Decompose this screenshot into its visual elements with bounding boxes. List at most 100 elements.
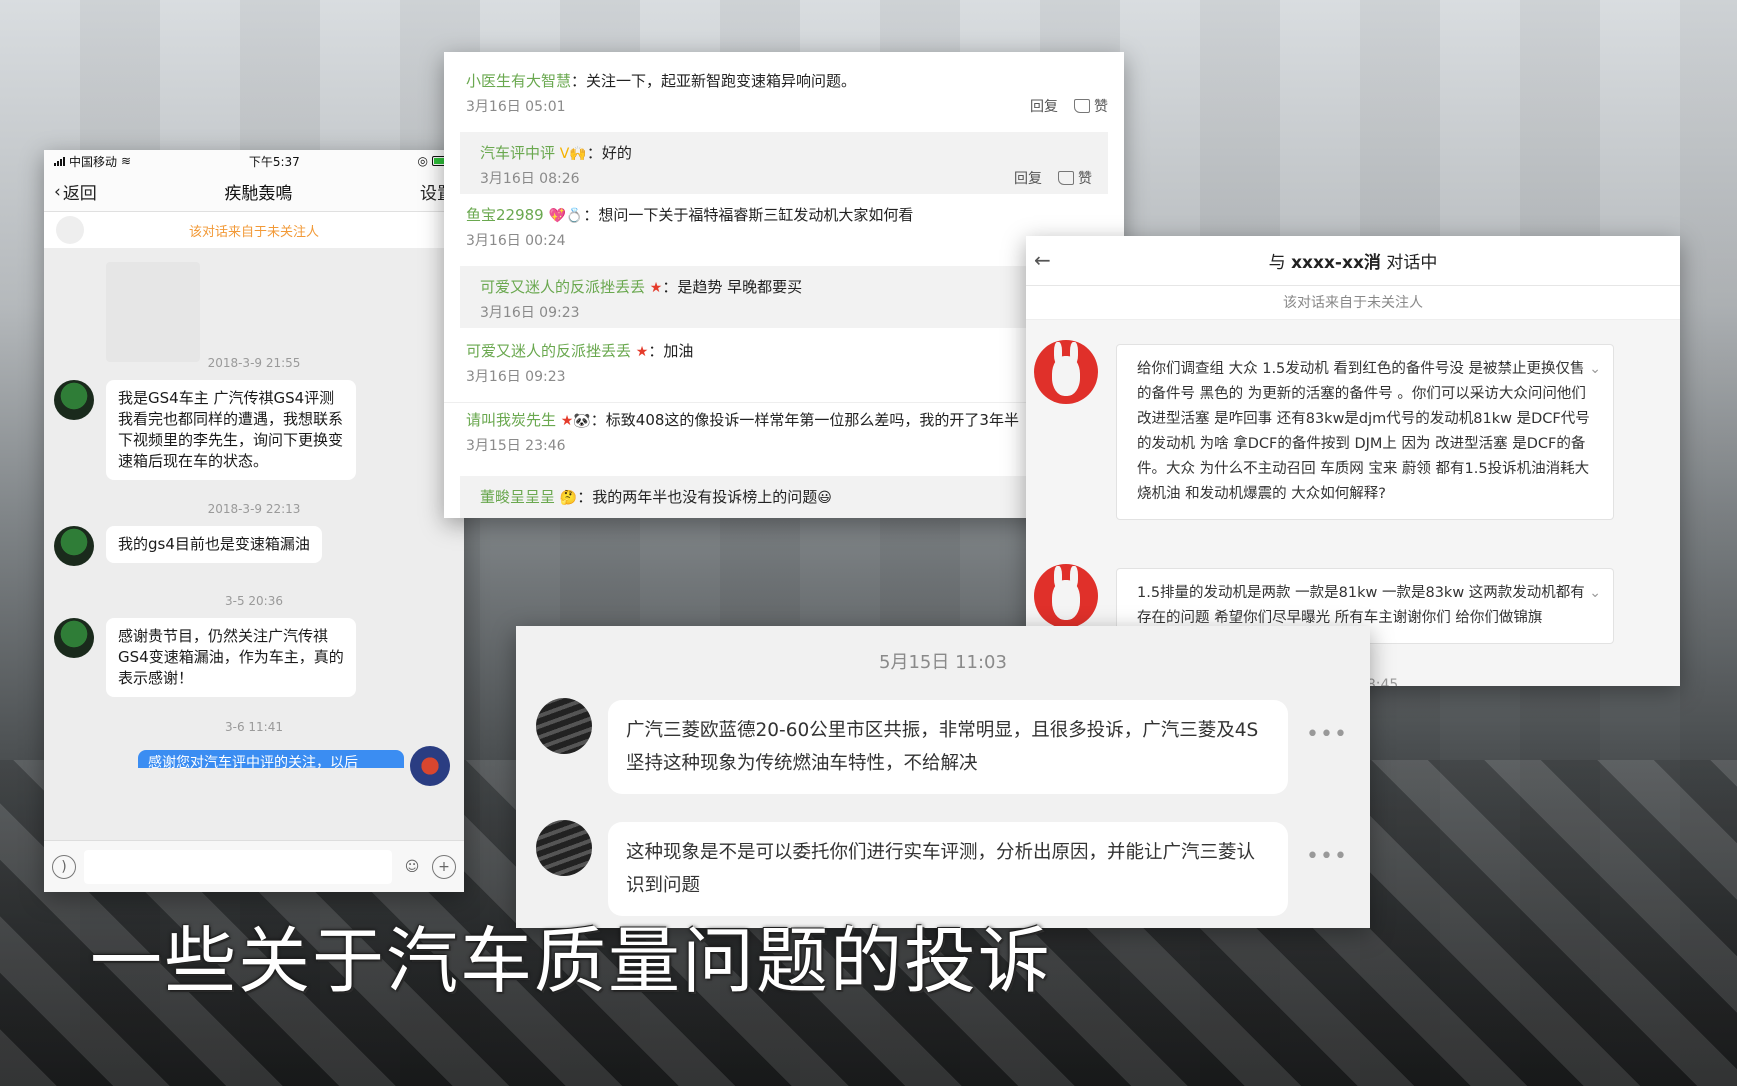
chevron-down-icon[interactable]: ⌄ [1589, 581, 1601, 606]
thumbs-up-icon [1058, 171, 1074, 185]
input-bar: ) ☺ + [44, 840, 464, 892]
back-label: 返回 [62, 184, 97, 204]
comment-row: 请叫我炭先生 ★🐼：标致408这的像投诉一样常年第一位那么差吗，我的开了3年半 … [444, 402, 1124, 462]
comment-row: 小医生有大智慧：关注一下，起亚新智跑变速箱异响问题。 3月16日 05:01 回… [444, 52, 1124, 120]
comment-time: 3月16日 05:01 [466, 99, 566, 115]
comment-text: ：我的两年半也没有投诉榜上的问题 [577, 488, 818, 506]
star-icon: ★ [649, 280, 663, 296]
comment-author[interactable]: 可爱又迷人的反派挫丢丢 [480, 278, 645, 296]
emoji-icon: 🤔 [559, 490, 578, 506]
reply-row: 董畯呈呈呈 🤔：我的两年半也没有投诉榜上的问题😃 [460, 476, 1108, 518]
stranger-notice: 该对话来自于未关注人 [44, 212, 464, 248]
message-text: 1.5排量的发动机是两款 一款是81kw 一款是83kw 这两款发动机都有存在的… [1137, 585, 1585, 626]
comment-text: ：加油 [648, 342, 694, 360]
comment-row: 可爱又迷人的反派挫丢丢 ★：加油 3月16日 09:23 [444, 334, 1124, 394]
like-label: 赞 [1078, 171, 1092, 187]
wifi-icon: ≋ [121, 154, 132, 168]
avatar[interactable] [536, 698, 592, 754]
comment-author[interactable]: 请叫我炭先生 [466, 411, 556, 429]
avatar[interactable] [54, 618, 94, 658]
chat-title: 疾馳轰鳴 [224, 184, 293, 204]
arrow-left-icon[interactable]: ← [1034, 248, 1051, 272]
like-button[interactable]: 赞 [1074, 96, 1108, 116]
carrier-label: 中国移动 [69, 154, 118, 169]
message-time: 3-5 20:36 [225, 594, 283, 608]
chevron-down-icon[interactable]: ⌄ [1589, 357, 1601, 382]
comment-author[interactable]: 小医生有大智慧 [466, 72, 571, 90]
contact-name: xxxx-xx消 [1291, 253, 1381, 273]
comment-time: 3月16日 09:23 [480, 305, 580, 321]
voice-icon[interactable]: ) [52, 854, 76, 879]
dialog-title: 与 xxxx-xx消 对话中 [1026, 248, 1680, 273]
emoji-icon: 😃 [817, 490, 832, 506]
avatar[interactable] [54, 380, 94, 420]
messages-screenshot: 5月15日 11:03 广汽三菱欧蓝德20-60公里市区共振，非常明显，且很多投… [516, 626, 1370, 928]
star-icon: ★ [560, 413, 574, 429]
avatar[interactable] [1034, 564, 1098, 628]
message-bubble[interactable]: 给你们调查组 大众 1.5发动机 看到红色的备件号没 是被禁止更换仅售的备件号 … [1116, 344, 1614, 520]
avatar[interactable] [54, 526, 94, 566]
avatar[interactable] [410, 746, 450, 786]
comment-author[interactable]: 汽车评中评 [480, 144, 555, 162]
message-time: 2018-3-9 22:13 [207, 502, 301, 516]
comment-text: ：好的 [586, 144, 632, 162]
message-input[interactable] [84, 849, 392, 884]
avatar[interactable] [536, 820, 592, 876]
like-label: 赞 [1094, 99, 1108, 115]
signal-icon [54, 156, 65, 166]
title-prefix: 与 [1268, 253, 1286, 273]
message-bubble[interactable]: 广汽三菱欧蓝德20-60公里市区共振，非常明显，且很多投诉，广汽三菱及4S坚持这… [608, 700, 1288, 794]
nav-bar: ‹ 返回 疾馳轰鳴 设置 [44, 172, 464, 212]
avatar[interactable] [1034, 340, 1098, 404]
comment-row: 鱼宝22989 💖💍：想问一下关于福特福睿斯三缸发动机大家如何看 3月16日 0… [444, 198, 1124, 258]
image-placeholder[interactable] [106, 262, 200, 362]
alarm-icon: ◎ [417, 154, 428, 168]
message-bubble[interactable]: 我是GS4车主 广汽传祺GS4评测我看完也都同样的遭遇，我想联系下视频里的李先生… [106, 380, 356, 480]
message-time: 3-6 11:41 [225, 720, 283, 734]
dialog-screenshot: ← 与 xxxx-xx消 对话中 该对话来自于未关注人 给你们调查组 大众 1.… [1026, 236, 1680, 686]
emoji-icon: 🙌 [569, 146, 587, 162]
message-text: 给你们调查组 大众 1.5发动机 看到红色的备件号没 是被禁止更换仅售的备件号 … [1137, 361, 1590, 502]
more-icon[interactable]: ••• [1306, 722, 1348, 747]
video-caption: 一些关于汽车质量问题的投诉 [90, 919, 1053, 1003]
message-bubble[interactable]: 感谢贵节目，仍然关注广汽传祺GS4变速箱漏油，作为车主，真的表示感谢！ [106, 618, 356, 697]
comment-author[interactable]: 鱼宝22989 [466, 206, 544, 224]
stranger-notice: 该对话来自于未关注人 [1026, 286, 1680, 320]
title-suffix: 对话中 [1386, 253, 1438, 273]
comment-time: 3月16日 08:26 [480, 171, 580, 187]
comment-text: ：想问一下关于福特福睿斯三缸发动机大家如何看 [583, 206, 914, 224]
reply-row: 可爱又迷人的反派挫丢丢 ★：是趋势 早晚都要买 3月16日 09:23 [460, 266, 1108, 328]
verified-icon: V [559, 146, 570, 162]
message-time: 2018-3-9 21:55 [207, 356, 301, 370]
comment-text: ：是趋势 早晚都要买 [662, 278, 803, 296]
plus-icon[interactable]: + [432, 854, 456, 879]
notice-text: 该对话来自于未关注人 [188, 224, 319, 240]
back-button[interactable]: ‹ 返回 [54, 179, 97, 205]
message-bubble[interactable]: 我的gs4目前也是变速箱漏油 [106, 526, 322, 563]
status-time: 下午5:37 [248, 154, 300, 169]
thumbs-up-icon [1074, 99, 1090, 113]
like-button[interactable]: 赞 [1058, 168, 1092, 188]
comment-time: 3月16日 09:23 [466, 369, 566, 385]
more-icon[interactable]: ••• [1306, 844, 1348, 869]
phone-chat-screenshot: 中国移动 ≋ 下午5:37 ◎ ‹ 返回 疾馳轰鳴 设置 该对话来自于未关注人 … [44, 150, 464, 892]
dialog-header: ← 与 xxxx-xx消 对话中 [1026, 236, 1680, 286]
star-icon: ★ [635, 344, 649, 360]
comment-time: 3月15日 23:46 [466, 438, 566, 454]
comment-text: ：关注一下，起亚新智跑变速箱异响问题。 [571, 72, 857, 90]
emoji-icon: 💖💍 [548, 208, 584, 224]
reply-button[interactable]: 回复 [1014, 168, 1042, 188]
chevron-left-icon: ‹ [54, 181, 61, 202]
comment-author[interactable]: 董畯呈呈呈 [480, 488, 555, 506]
my-message-bubble[interactable]: 感谢您对汽车评中评的关注，以后 [138, 750, 404, 768]
emoji-icon[interactable]: ☺ [400, 855, 424, 879]
comment-time: 3月16日 00:24 [466, 233, 566, 249]
message-date: 5月15日 11:03 [879, 652, 1007, 673]
comment-author[interactable]: 可爱又迷人的反派挫丢丢 [466, 342, 631, 360]
avatar [56, 216, 84, 244]
reply-row: 汽车评中评 V🙌：好的 3月16日 08:26 回复 赞 [460, 132, 1108, 194]
reply-button[interactable]: 回复 [1030, 96, 1058, 116]
comments-screenshot: 小医生有大智慧：关注一下，起亚新智跑变速箱异响问题。 3月16日 05:01 回… [444, 52, 1124, 518]
comment-text: ：标致408这的像投诉一样常年第一位那么差吗，我的开了3年半 [590, 411, 1019, 429]
status-bar: 中国移动 ≋ 下午5:37 ◎ [44, 150, 464, 172]
